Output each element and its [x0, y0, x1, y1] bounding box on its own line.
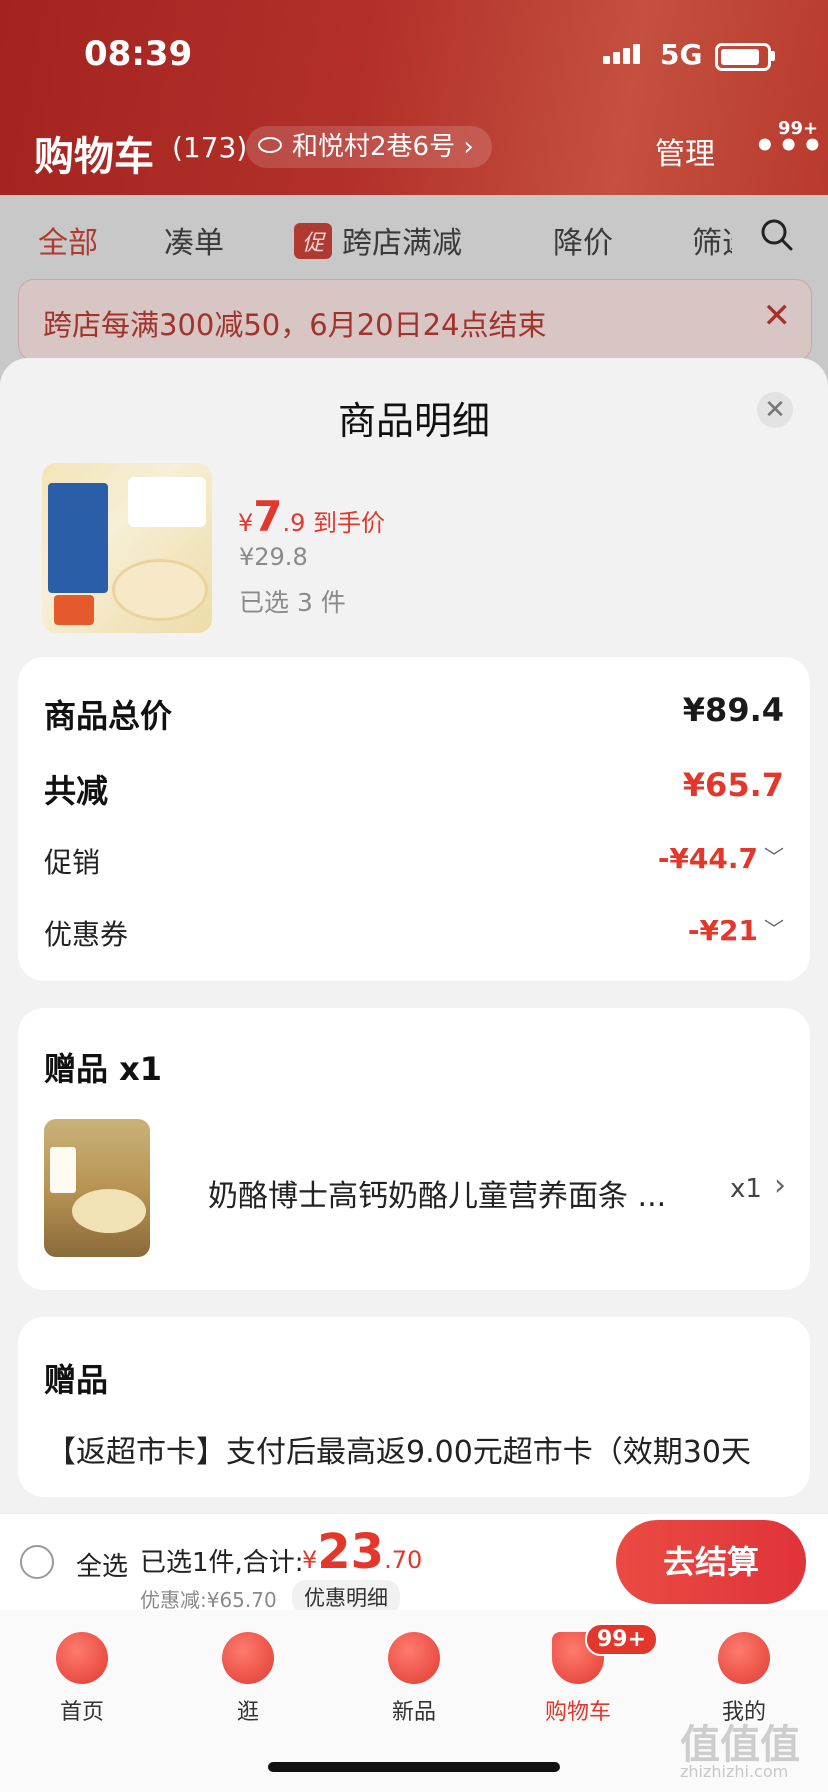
- tab-cross-store[interactable]: 促跨店满减: [294, 218, 462, 262]
- promo-banner: 跨店每满300减50，6月20日24点结束 ✕: [18, 279, 812, 361]
- coupon-value: -¥21: [687, 914, 758, 947]
- promo-banner-text: 跨店每满300减50，6月20日24点结束: [43, 308, 547, 342]
- battery-tip: [771, 51, 775, 61]
- eye-icon: [258, 137, 282, 153]
- currency: ¥: [238, 509, 254, 537]
- watermark-site: zhizhizhi.com: [680, 1762, 789, 1781]
- nav-new-label: 新品: [391, 1700, 436, 1725]
- manage-button[interactable]: 管理: [655, 129, 715, 173]
- total-dec: .70: [384, 1546, 423, 1574]
- nav-browse[interactable]: 逛: [188, 1632, 308, 1726]
- tab-bundle[interactable]: 凑单: [164, 218, 224, 262]
- gift-name[interactable]: 奶酪博士高钙奶酪儿童营养面条 ...: [208, 1171, 666, 1215]
- browse-icon: [222, 1632, 274, 1684]
- more-badge: 99+: [778, 118, 819, 139]
- page-title: 购物车: [34, 134, 154, 180]
- home-icon: [56, 1632, 108, 1684]
- network-label: 5G: [660, 38, 703, 71]
- promo-value: -¥44.7: [657, 842, 758, 875]
- total-currency: ¥: [302, 1546, 318, 1574]
- select-all-label[interactable]: 全选: [76, 1546, 128, 1583]
- price-int: 7: [253, 492, 283, 541]
- cart-count: (173): [172, 131, 248, 164]
- filter-tabs: 全部 凑单 促跨店满减 降价 筛选: [0, 218, 828, 261]
- chevron-right-icon[interactable]: ›: [774, 1168, 786, 1203]
- cart-badge: 99+: [585, 1623, 659, 1656]
- tab-filter[interactable]: 筛选: [692, 218, 732, 262]
- chevron-down-icon: ﹀: [764, 917, 784, 941]
- nav-home[interactable]: 首页: [22, 1632, 142, 1726]
- promo-tag: 促: [294, 223, 333, 259]
- coupon-value-wrap: -¥21 ﹀: [688, 913, 784, 947]
- tab-cross-store-label: 跨店满减: [342, 226, 463, 261]
- gift2-card: 赠品 【返超市卡】支付后最高返9.00元超市卡（效期30天: [18, 1317, 810, 1497]
- address-text: 和悦村2巷6号 ›: [292, 132, 474, 162]
- product-image: [42, 463, 212, 633]
- signal-icon: [603, 44, 643, 64]
- summary-label: 已选1件,合计:: [140, 1548, 304, 1578]
- gift-qty: x1: [730, 1174, 762, 1204]
- promo-label: 促销: [44, 846, 101, 879]
- total-amount: ¥23.70: [302, 1524, 422, 1580]
- home-indicator: [268, 1762, 560, 1772]
- coupon-label: 优惠券: [44, 918, 129, 951]
- status-time: 08:39: [84, 34, 193, 74]
- gift2-text: 【返超市卡】支付后最高返9.00元超市卡（效期30天: [46, 1435, 751, 1470]
- total-label: 商品总价: [44, 697, 173, 735]
- nav-cart-label: 购物车: [544, 1700, 611, 1725]
- discount-detail-button[interactable]: 优惠明细: [292, 1580, 400, 1614]
- nav-browse-label: 逛: [236, 1700, 259, 1725]
- reduce-value: ¥65.7: [682, 766, 784, 804]
- chevron-down-icon: ﹀: [764, 845, 784, 869]
- total-int: 23: [317, 1524, 385, 1580]
- select-all-checkbox[interactable]: [20, 1545, 54, 1579]
- final-price: ¥7.9 到手价: [238, 492, 385, 541]
- profile-icon: [718, 1632, 770, 1684]
- tab-all[interactable]: 全部: [38, 218, 98, 262]
- address-selector[interactable]: 和悦村2巷6号 ›: [246, 126, 492, 168]
- gift-image: [44, 1119, 150, 1257]
- discount-text: 优惠减:¥65.70: [140, 1588, 277, 1612]
- search-icon[interactable]: [760, 218, 794, 260]
- price-summary-card: 商品总价 ¥89.4 共减 ¥65.7 促销 -¥44.7 ﹀ 优惠券 -¥21 ﹀: [18, 657, 810, 981]
- gift-card: 赠品 x1 奶酪博士高钙奶酪儿童营养面条 ... x1 ›: [18, 1008, 810, 1290]
- gift2-title: 赠品: [44, 1361, 109, 1399]
- checkout-button[interactable]: 去结算: [616, 1520, 806, 1604]
- reduce-label: 共减: [44, 772, 109, 810]
- price-note: 到手价: [305, 509, 386, 537]
- nav-home-label: 首页: [59, 1700, 104, 1725]
- close-icon[interactable]: ✕: [757, 392, 793, 428]
- total-value: ¥89.4: [682, 691, 784, 729]
- selected-count: 已选 3 件: [239, 588, 346, 617]
- price-dec: .9: [282, 509, 306, 537]
- sheet-title: 商品明细: [337, 399, 490, 443]
- gift-title: 赠品 x1: [44, 1050, 163, 1088]
- promo-value-wrap: -¥44.7 ﹀: [658, 841, 784, 875]
- battery-icon: [715, 43, 771, 71]
- new-icon: [388, 1632, 440, 1684]
- banner-close-icon[interactable]: ✕: [763, 296, 792, 336]
- original-price: ¥29.8: [239, 543, 308, 571]
- nav-new[interactable]: 新品: [354, 1632, 474, 1726]
- tab-price-drop[interactable]: 降价: [553, 218, 613, 262]
